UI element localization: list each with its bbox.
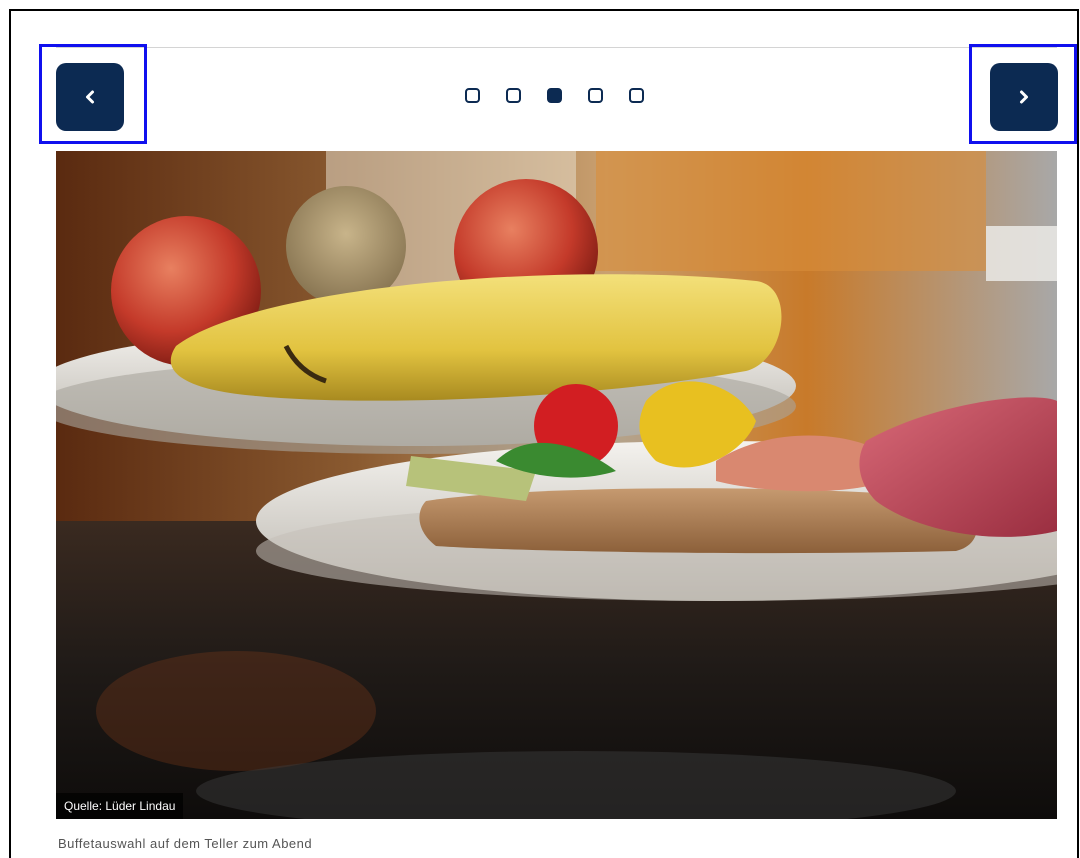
buffet-plate-photo [56,151,1057,819]
slide-image [56,151,1057,819]
pagination-dot[interactable] [628,88,644,103]
image-credit: Quelle: Lüder Lindau [56,793,184,819]
pagination-dot[interactable] [587,88,603,103]
divider [56,47,1057,48]
slide-pagination [0,88,1080,108]
pagination-dot[interactable] [505,88,521,103]
pagination-dot[interactable] [546,88,562,103]
pagination-dot[interactable] [464,88,480,103]
image-caption: Buffetauswahl auf dem Teller zum Abend [58,836,313,851]
